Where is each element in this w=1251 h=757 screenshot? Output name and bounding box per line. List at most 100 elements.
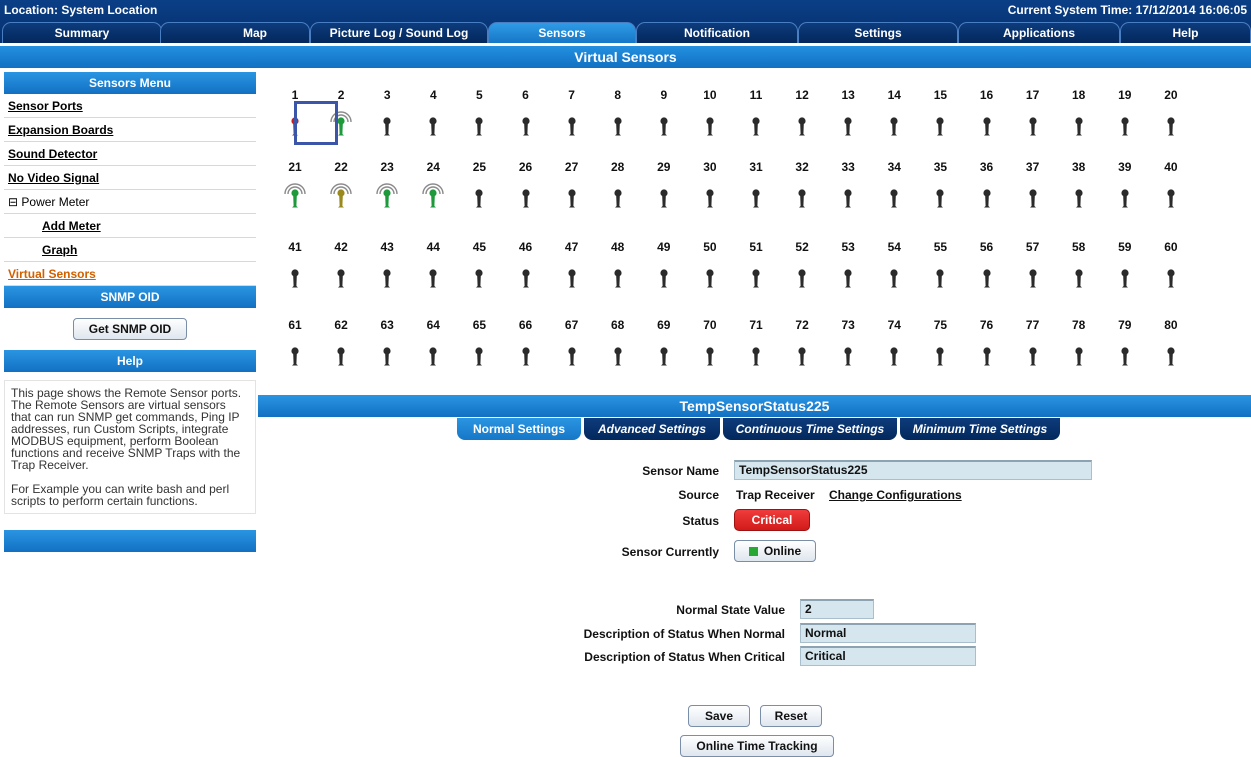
tab-normal-settings[interactable]: Normal Settings xyxy=(457,418,581,440)
sensor-icon[interactable] xyxy=(649,340,679,370)
sidebar-item-virtual-sensors[interactable]: Virtual Sensors xyxy=(4,262,256,286)
sensor-icon[interactable] xyxy=(972,262,1002,292)
sensor-icon[interactable] xyxy=(1018,340,1048,370)
sidebar-item-expansion-boards[interactable]: Expansion Boards xyxy=(4,118,256,142)
sensor-icon[interactable] xyxy=(418,340,448,370)
sensor-icon[interactable] xyxy=(372,110,402,140)
sensor-icon[interactable] xyxy=(1156,262,1186,292)
sensor-icon[interactable] xyxy=(511,182,541,212)
sensor-icon[interactable] xyxy=(557,182,587,212)
sensor-icon[interactable] xyxy=(418,182,448,212)
sensor-icon[interactable] xyxy=(879,262,909,292)
sensor-icon[interactable] xyxy=(787,340,817,370)
sensor-icon[interactable] xyxy=(1156,182,1186,212)
sensor-icon[interactable] xyxy=(557,340,587,370)
sensor-icon[interactable] xyxy=(326,262,356,292)
sensor-icon[interactable] xyxy=(695,110,725,140)
sensor-icon[interactable] xyxy=(1064,182,1094,212)
sensor-icon[interactable] xyxy=(1110,262,1140,292)
tab-help[interactable]: Help xyxy=(1120,22,1251,43)
sensor-icon[interactable] xyxy=(603,110,633,140)
normal-state-input[interactable]: 2 xyxy=(800,599,874,619)
sensor-icon[interactable] xyxy=(1064,340,1094,370)
sensor-icon[interactable] xyxy=(464,262,494,292)
tab-sensors[interactable]: Sensors xyxy=(488,22,636,43)
sensor-icon[interactable] xyxy=(972,182,1002,212)
sensor-icon[interactable] xyxy=(372,340,402,370)
sensor-icon[interactable] xyxy=(1110,110,1140,140)
sensor-icon[interactable] xyxy=(695,262,725,292)
sensor-icon[interactable] xyxy=(741,182,771,212)
sensor-icon[interactable] xyxy=(1018,262,1048,292)
tab-applications[interactable]: Applications xyxy=(958,22,1120,43)
sensor-icon[interactable] xyxy=(741,262,771,292)
online-time-tracking-button[interactable]: Online Time Tracking xyxy=(680,735,834,757)
sensor-icon[interactable] xyxy=(741,110,771,140)
tab-notification[interactable]: Notification xyxy=(636,22,798,43)
sensor-icon[interactable] xyxy=(972,110,1002,140)
sidebar-item-sound-detector[interactable]: Sound Detector xyxy=(4,142,256,166)
desc-normal-input[interactable]: Normal xyxy=(800,623,976,643)
sensor-icon[interactable] xyxy=(280,182,310,212)
sensor-icon[interactable] xyxy=(879,110,909,140)
sensor-icon[interactable] xyxy=(695,182,725,212)
sensor-icon[interactable] xyxy=(372,182,402,212)
sensor-icon[interactable] xyxy=(787,182,817,212)
sidebar-item-graph[interactable]: Graph xyxy=(4,238,256,262)
sensor-icon[interactable] xyxy=(603,340,633,370)
sidebar-item-sensor-ports[interactable]: Sensor Ports xyxy=(4,94,256,118)
sensor-icon[interactable] xyxy=(280,340,310,370)
tab-summary[interactable]: Summary xyxy=(2,22,162,43)
sensor-icon[interactable] xyxy=(741,340,771,370)
sensor-icon[interactable] xyxy=(557,110,587,140)
sidebar-item-power-meter[interactable]: ⊟ Power Meter xyxy=(4,190,256,214)
sensor-icon[interactable] xyxy=(787,262,817,292)
sensor-icon[interactable] xyxy=(464,340,494,370)
sensor-icon[interactable] xyxy=(925,110,955,140)
tab-map[interactable]: Map xyxy=(160,22,310,43)
sensor-icon[interactable] xyxy=(511,340,541,370)
sensor-icon[interactable] xyxy=(464,182,494,212)
sensor-icon[interactable] xyxy=(1064,262,1094,292)
get-snmp-oid-button[interactable]: Get SNMP OID xyxy=(73,318,187,340)
sensor-icon[interactable] xyxy=(372,262,402,292)
sensor-icon[interactable] xyxy=(695,340,725,370)
sensor-icon[interactable] xyxy=(879,340,909,370)
sensor-name-input[interactable]: TempSensorStatus225 xyxy=(734,460,1092,480)
tab-picture-log[interactable]: Picture Log / Sound Log xyxy=(310,22,488,43)
sensor-icon[interactable] xyxy=(833,110,863,140)
sensor-icon[interactable] xyxy=(326,182,356,212)
sensor-icon[interactable] xyxy=(972,340,1002,370)
sensor-icon[interactable] xyxy=(879,182,909,212)
sensor-icon[interactable] xyxy=(1018,110,1048,140)
sensor-icon[interactable] xyxy=(1110,340,1140,370)
sensor-icon[interactable] xyxy=(418,262,448,292)
sensor-icon[interactable] xyxy=(1018,182,1048,212)
sensor-icon[interactable] xyxy=(326,340,356,370)
sensor-icon[interactable] xyxy=(925,262,955,292)
sensor-icon[interactable] xyxy=(603,182,633,212)
sensor-icon[interactable] xyxy=(833,262,863,292)
tab-advanced-settings[interactable]: Advanced Settings xyxy=(584,418,720,440)
sensor-icon[interactable] xyxy=(833,182,863,212)
sensor-icon[interactable] xyxy=(925,340,955,370)
sensor-icon[interactable] xyxy=(418,110,448,140)
change-configurations-link[interactable]: Change Configurations xyxy=(829,488,962,502)
save-button[interactable]: Save xyxy=(688,705,750,727)
tab-settings[interactable]: Settings xyxy=(798,22,958,43)
tab-minimum-time-settings[interactable]: Minimum Time Settings xyxy=(900,418,1060,440)
sensor-icon[interactable] xyxy=(649,182,679,212)
sensor-online-button[interactable]: Online xyxy=(734,540,816,562)
sidebar-item-no-video-signal[interactable]: No Video Signal xyxy=(4,166,256,190)
sensor-icon[interactable] xyxy=(511,262,541,292)
desc-critical-input[interactable]: Critical xyxy=(800,646,976,666)
sensor-icon[interactable] xyxy=(1156,110,1186,140)
sensor-icon[interactable] xyxy=(557,262,587,292)
sensor-icon[interactable] xyxy=(649,262,679,292)
sidebar-item-add-meter[interactable]: Add Meter xyxy=(4,214,256,238)
sensor-icon[interactable] xyxy=(833,340,863,370)
sensor-icon[interactable] xyxy=(603,262,633,292)
reset-button[interactable]: Reset xyxy=(760,705,822,727)
sensor-icon[interactable] xyxy=(1156,340,1186,370)
sensor-icon[interactable] xyxy=(511,110,541,140)
